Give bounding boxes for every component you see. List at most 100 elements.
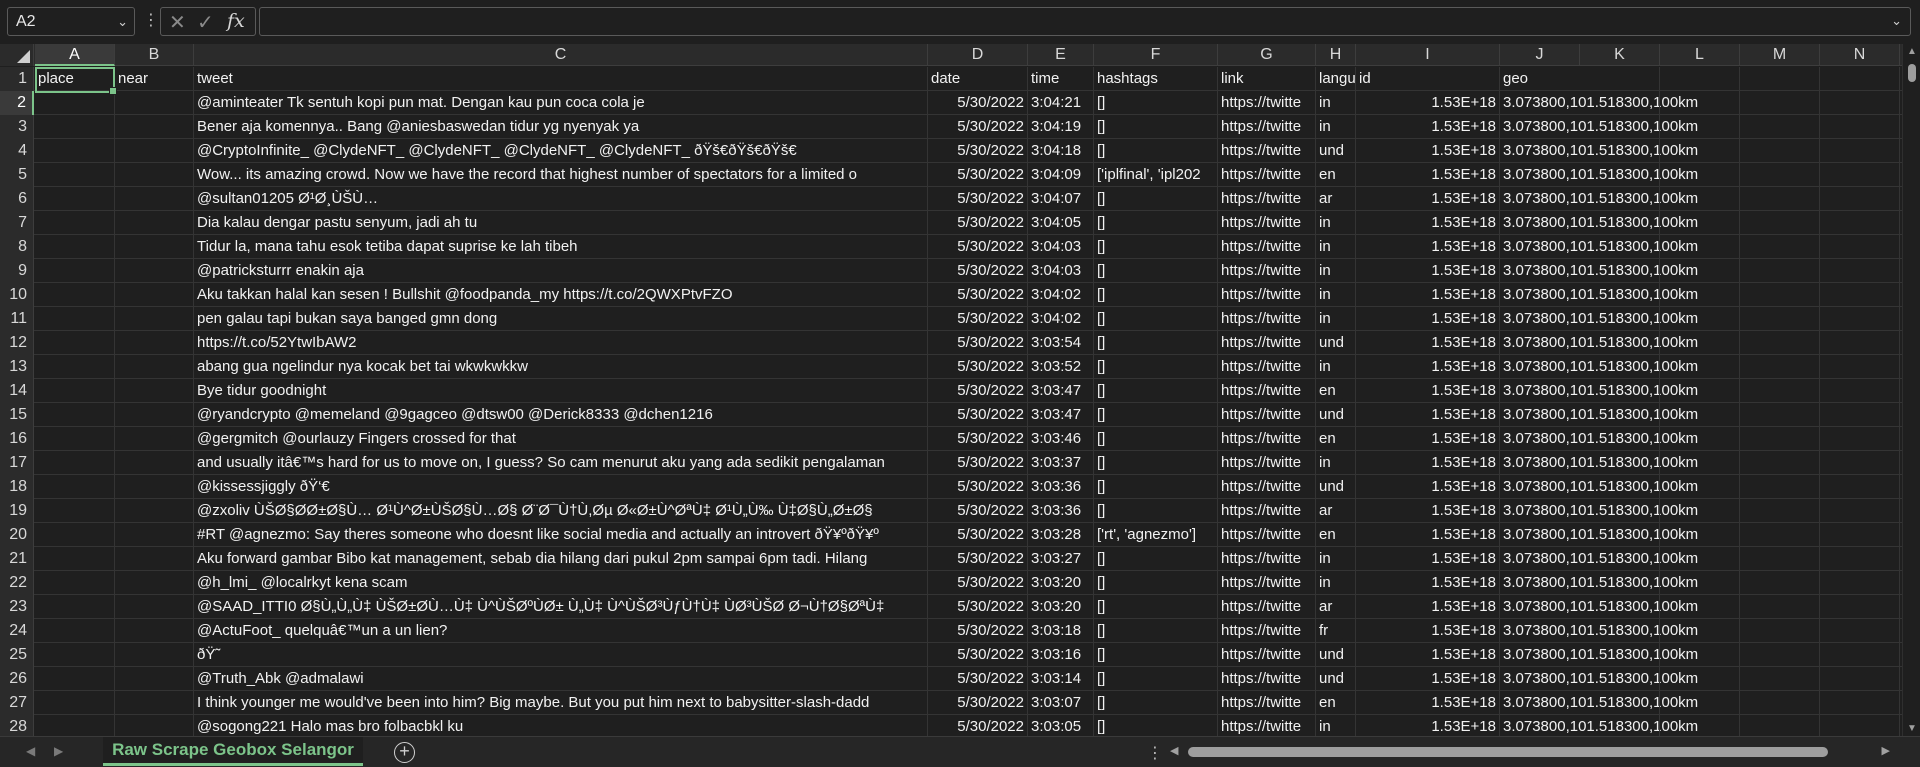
cell-place[interactable] bbox=[35, 355, 115, 379]
cell-lang[interactable]: in bbox=[1316, 91, 1356, 115]
cell-time[interactable]: 3:03:36 bbox=[1028, 499, 1094, 523]
cell-near[interactable] bbox=[115, 91, 194, 115]
cell-place[interactable] bbox=[35, 643, 115, 667]
cell-lang[interactable]: und bbox=[1316, 139, 1356, 163]
cell-empty[interactable] bbox=[1660, 667, 1740, 691]
cell-id[interactable]: 1.53E+18 bbox=[1356, 355, 1500, 379]
cell-id[interactable]: 1.53E+18 bbox=[1356, 571, 1500, 595]
cell-lang[interactable]: in bbox=[1316, 547, 1356, 571]
cell-date[interactable]: 5/30/2022 bbox=[928, 283, 1028, 307]
cell-empty[interactable] bbox=[1660, 523, 1740, 547]
cell-tweet[interactable]: Dia kalau dengar pastu senyum, jadi ah t… bbox=[194, 211, 928, 235]
cell-tweet[interactable]: #RT @agnezmo: Say theres someone who doe… bbox=[194, 523, 928, 547]
cell-link[interactable]: https://twitte bbox=[1218, 547, 1316, 571]
cell-near[interactable] bbox=[115, 475, 194, 499]
row-header[interactable]: 3 bbox=[0, 115, 34, 139]
cell-empty[interactable] bbox=[1580, 91, 1660, 115]
cell-tweet[interactable]: @aminteater Tk sentuh kopi pun mat. Deng… bbox=[194, 91, 928, 115]
cell-empty[interactable] bbox=[1660, 691, 1740, 715]
cell-place[interactable] bbox=[35, 91, 115, 115]
cell-hashtags[interactable]: [] bbox=[1094, 499, 1218, 523]
row-header[interactable]: 27 bbox=[0, 691, 34, 715]
cell-empty[interactable] bbox=[1660, 499, 1740, 523]
cell-empty[interactable] bbox=[1580, 235, 1660, 259]
cell-lang[interactable]: langu bbox=[1316, 67, 1356, 91]
cell-date[interactable]: 5/30/2022 bbox=[928, 187, 1028, 211]
cell-lang[interactable]: in bbox=[1316, 355, 1356, 379]
cell-empty[interactable] bbox=[1740, 619, 1820, 643]
cell-id[interactable]: 1.53E+18 bbox=[1356, 259, 1500, 283]
cell-lang[interactable]: en bbox=[1316, 427, 1356, 451]
cell-place[interactable] bbox=[35, 259, 115, 283]
more-options-icon[interactable]: ⋮ bbox=[143, 10, 159, 30]
cell-id[interactable]: 1.53E+18 bbox=[1356, 379, 1500, 403]
cell-time[interactable]: 3:04:18 bbox=[1028, 139, 1094, 163]
cell-link[interactable]: https://twitte bbox=[1218, 691, 1316, 715]
cell-date[interactable]: 5/30/2022 bbox=[928, 427, 1028, 451]
cell-tweet[interactable]: I think younger me would've been into hi… bbox=[194, 691, 928, 715]
cell-place[interactable] bbox=[35, 619, 115, 643]
more-options-icon[interactable]: ⋮ bbox=[1147, 743, 1163, 763]
cell-empty[interactable] bbox=[1820, 451, 1900, 475]
cell-tweet[interactable]: @SAAD_ITTI0 Ø§Ù„Ù„Ù‡ ÙŠØ±Ø­Ù…Ù‡ Ù^ÙŠØºÙØ… bbox=[194, 595, 928, 619]
cell-empty[interactable] bbox=[1820, 667, 1900, 691]
cell-near[interactable] bbox=[115, 379, 194, 403]
cell-tweet[interactable]: @sogong221 Halo mas bro folbacbkl ku bbox=[194, 715, 928, 736]
cell-hashtags[interactable]: [] bbox=[1094, 547, 1218, 571]
cell-tweet[interactable]: pen galau tapi bukan saya banged gmn don… bbox=[194, 307, 928, 331]
cell-date[interactable]: 5/30/2022 bbox=[928, 115, 1028, 139]
cell-link[interactable]: https://twitte bbox=[1218, 211, 1316, 235]
cell-empty[interactable] bbox=[1660, 571, 1740, 595]
column-header-e[interactable]: E bbox=[1028, 44, 1094, 66]
cell-time[interactable]: 3:04:02 bbox=[1028, 283, 1094, 307]
cell-near[interactable] bbox=[115, 667, 194, 691]
cell-hashtags[interactable]: [] bbox=[1094, 211, 1218, 235]
cell-place[interactable] bbox=[35, 547, 115, 571]
sheet-grid[interactable]: ABCDEFGHIJKLMN 1 place near tweet date time ha… bbox=[0, 44, 1920, 736]
cell-tweet[interactable]: Tidur la, mana tahu esok tetiba dapat su… bbox=[194, 235, 928, 259]
cell-time[interactable]: 3:03:28 bbox=[1028, 523, 1094, 547]
cell-lang[interactable]: und bbox=[1316, 643, 1356, 667]
scroll-left-icon[interactable]: ◀ bbox=[1170, 744, 1178, 757]
cell-time[interactable]: time bbox=[1028, 67, 1094, 91]
cell-empty[interactable] bbox=[1740, 571, 1820, 595]
cell-hashtags[interactable]: [] bbox=[1094, 427, 1218, 451]
cell-near[interactable] bbox=[115, 211, 194, 235]
cell-empty[interactable] bbox=[1740, 331, 1820, 355]
cell-time[interactable]: 3:04:02 bbox=[1028, 307, 1094, 331]
cell-empty[interactable] bbox=[1740, 139, 1820, 163]
cell-empty[interactable] bbox=[1740, 451, 1820, 475]
cell-empty[interactable] bbox=[1580, 115, 1660, 139]
cell-empty[interactable] bbox=[1740, 499, 1820, 523]
cell-near[interactable] bbox=[115, 427, 194, 451]
cell-hashtags[interactable]: hashtags bbox=[1094, 67, 1218, 91]
cell-date[interactable]: 5/30/2022 bbox=[928, 691, 1028, 715]
cell-link[interactable]: https://twitte bbox=[1218, 595, 1316, 619]
cell-empty[interactable] bbox=[1580, 211, 1660, 235]
cell-tweet[interactable]: @kissessjiggly ðŸ‘€ bbox=[194, 475, 928, 499]
cell-lang[interactable]: ar bbox=[1316, 187, 1356, 211]
cell-empty[interactable] bbox=[1820, 595, 1900, 619]
horizontal-scroll-thumb[interactable] bbox=[1188, 747, 1828, 757]
cell-hashtags[interactable]: [] bbox=[1094, 571, 1218, 595]
cell-date[interactable]: 5/30/2022 bbox=[928, 523, 1028, 547]
cell-id[interactable]: 1.53E+18 bbox=[1356, 499, 1500, 523]
cell-hashtags[interactable]: [] bbox=[1094, 115, 1218, 139]
cell-place[interactable] bbox=[35, 163, 115, 187]
row-header[interactable]: 10 bbox=[0, 283, 34, 307]
cell-empty[interactable] bbox=[1740, 163, 1820, 187]
cell-empty[interactable] bbox=[1740, 115, 1820, 139]
cell-empty[interactable] bbox=[1660, 595, 1740, 619]
row-header[interactable]: 1 bbox=[0, 67, 34, 91]
cell-id[interactable]: 1.53E+18 bbox=[1356, 307, 1500, 331]
cell-link[interactable]: https://twitte bbox=[1218, 643, 1316, 667]
cell-place[interactable] bbox=[35, 379, 115, 403]
cell-empty[interactable] bbox=[1580, 259, 1660, 283]
row-header[interactable]: 6 bbox=[0, 187, 34, 211]
cell-empty[interactable] bbox=[1740, 691, 1820, 715]
scroll-right-icon[interactable]: ▶ bbox=[1882, 744, 1890, 757]
cell-empty[interactable] bbox=[1740, 523, 1820, 547]
function-icon[interactable]: fx bbox=[227, 10, 245, 32]
cell-place[interactable] bbox=[35, 235, 115, 259]
cell-lang[interactable]: in bbox=[1316, 715, 1356, 736]
